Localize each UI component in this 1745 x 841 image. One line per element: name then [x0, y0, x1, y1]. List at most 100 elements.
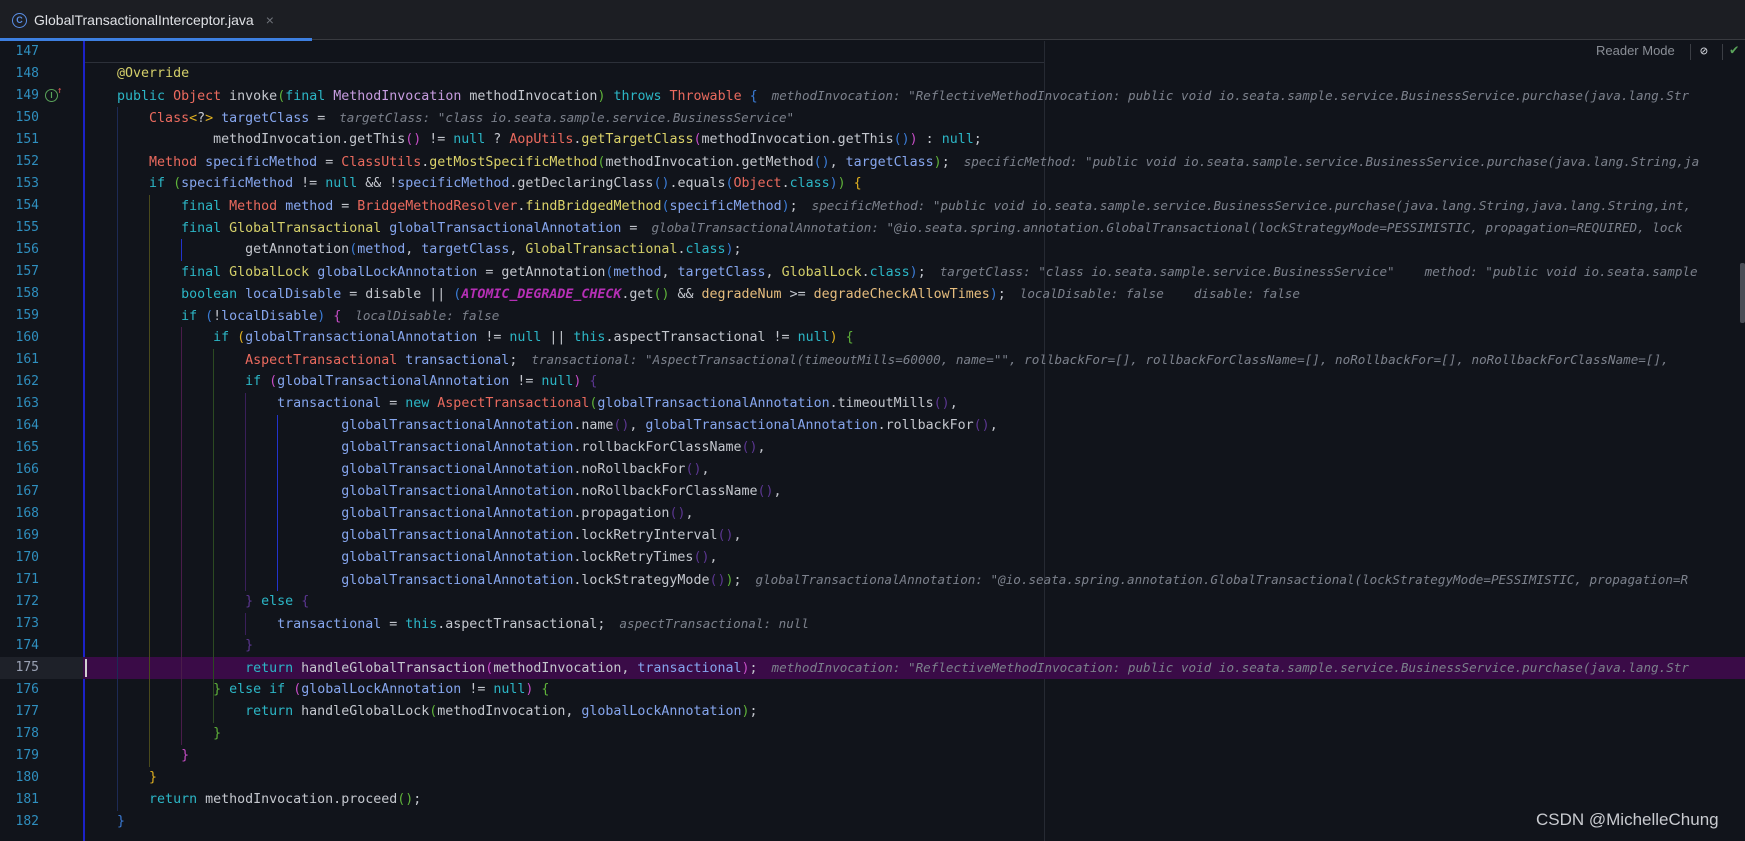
code-line[interactable]: 147	[0, 41, 1745, 63]
code-token: specificMethod	[181, 176, 294, 191]
line-number[interactable]: 162	[0, 371, 39, 393]
code-line[interactable]: 152 Method specificMethod = ClassUtils.g…	[0, 151, 1745, 173]
line-number[interactable]: 170	[0, 547, 39, 569]
code-line[interactable]: 169 globalTransactionalAnnotation.lockRe…	[0, 525, 1745, 547]
line-number[interactable]: 157	[0, 261, 39, 283]
code-line[interactable]: 172 } else {	[0, 591, 1745, 613]
line-number[interactable]: 160	[0, 327, 39, 349]
code-line[interactable]: 180 }	[0, 767, 1745, 789]
code-line[interactable]: 171 globalTransactionalAnnotation.lockSt…	[0, 569, 1745, 591]
code-line[interactable]: 179 }	[0, 745, 1745, 767]
code-line[interactable]: 165 globalTransactionalAnnotation.rollba…	[0, 437, 1745, 459]
line-number[interactable]: 180	[0, 767, 39, 789]
code-token: !=	[461, 682, 494, 697]
line-number[interactable]: 151	[0, 129, 39, 151]
line-number[interactable]: 175	[0, 657, 83, 679]
code-line[interactable]: 159 if (!localDisable) {localDisable: fa…	[0, 305, 1745, 327]
line-number[interactable]: 156	[0, 239, 39, 261]
line-number[interactable]: 169	[0, 525, 39, 547]
watermark: CSDN @MichelleChung	[1536, 810, 1719, 829]
code-editor[interactable]: 147 148 @Override 149 I ↑ public Object invo…	[0, 41, 1745, 841]
code-text: globalTransactionalAnnotation.rollbackFo…	[85, 437, 765, 459]
code-line[interactable]: 148 @Override	[0, 63, 1745, 85]
code-token: GlobalTransactional	[229, 221, 382, 236]
code-line[interactable]: 164 globalTransactionalAnnotation.name()…	[0, 415, 1745, 437]
inline-debug-value: methodInvocation: "ReflectiveMethodInvoc…	[771, 88, 1690, 103]
code-line[interactable]: 154 final Method method = BridgeMethodRe…	[0, 195, 1745, 217]
code-line[interactable]: 151 methodInvocation.getThis() != null ?…	[0, 129, 1745, 151]
code-line[interactable]: 177 return handleGlobalLock(methodInvoca…	[0, 701, 1745, 723]
code-line[interactable]: 170 globalTransactionalAnnotation.lockRe…	[0, 547, 1745, 569]
code-line[interactable]: 162 if (globalTransactionalAnnotation !=…	[0, 371, 1745, 393]
code-line[interactable]: 161 AspectTransactional transactional; tr…	[0, 349, 1745, 371]
line-number[interactable]: 158	[0, 283, 39, 305]
line-number[interactable]: 167	[0, 481, 39, 503]
line-number[interactable]: 171	[0, 569, 39, 591]
code-line[interactable]: 173 transactional = this.aspectTransacti…	[0, 613, 1745, 635]
code-line[interactable]: 163 transactional = new AspectTransactio…	[0, 393, 1745, 415]
code-line[interactable]: 167 globalTransactionalAnnotation.noRoll…	[0, 481, 1745, 503]
line-number[interactable]: 177	[0, 701, 39, 723]
code-token: method	[285, 199, 334, 214]
code-text: return handleGlobalLock(methodInvocation…	[85, 701, 758, 723]
code-line[interactable]: 149 I ↑ public Object invoke(final MethodI…	[0, 85, 1745, 107]
line-number[interactable]: 161	[0, 349, 39, 371]
line-number[interactable]: 163	[0, 393, 39, 415]
code-line[interactable]: 158 boolean localDisable = disable || (A…	[0, 283, 1745, 305]
code-line[interactable]: 176 } else if (globalLockAnnotation != n…	[0, 679, 1745, 701]
line-number[interactable]: 148	[0, 63, 39, 85]
code-token: ;	[749, 704, 758, 719]
check-icon[interactable]: ✔	[1730, 42, 1738, 58]
line-number[interactable]: 152	[0, 151, 39, 173]
code-text: methodInvocation.getThis() != null ? Aop…	[85, 129, 982, 151]
line-number[interactable]: 182	[0, 811, 39, 833]
line-number[interactable]: 154	[0, 195, 39, 217]
vertical-scrollbar[interactable]	[1740, 263, 1745, 323]
line-number[interactable]: 178	[0, 723, 39, 745]
line-number[interactable]: 173	[0, 613, 39, 635]
line-number[interactable]: 149	[0, 85, 39, 107]
code-line[interactable]: 174 }	[0, 635, 1745, 657]
code-token: {	[589, 374, 598, 389]
code-token: null	[541, 374, 574, 389]
line-number[interactable]: 168	[0, 503, 39, 525]
line-number[interactable]: 179	[0, 745, 39, 767]
line-number[interactable]: 165	[0, 437, 39, 459]
code-line[interactable]: 178 }	[0, 723, 1745, 745]
line-number[interactable]: 164	[0, 415, 39, 437]
code-line[interactable]: 153 if (specificMethod != null && !speci…	[0, 173, 1745, 195]
code-line[interactable]: 182 }	[0, 811, 1745, 833]
code-line[interactable]: 168 globalTransactionalAnnotation.propag…	[0, 503, 1745, 525]
line-number[interactable]: 153	[0, 173, 39, 195]
eye-hidden-icon[interactable]: ⊘	[1700, 44, 1708, 59]
tab-global-transactional-interceptor[interactable]: C GlobalTransactionalInterceptor.java ×	[0, 0, 312, 41]
line-number[interactable]: 155	[0, 217, 39, 239]
code-token: getAnnotation	[85, 242, 350, 257]
line-number[interactable]: 176	[0, 679, 39, 701]
code-line[interactable]: 156 getAnnotation(method, targetClass, G…	[0, 239, 1745, 261]
code-line[interactable]: 166 globalTransactionalAnnotation.noRoll…	[0, 459, 1745, 481]
code-line[interactable]: 150 Class<?> targetClass = targetClass: "…	[0, 107, 1745, 129]
reader-mode-button[interactable]: Reader Mode	[1596, 43, 1675, 58]
line-number[interactable]: 174	[0, 635, 39, 657]
code-line[interactable]: 175 return handleGlobalTransaction(metho…	[0, 657, 1745, 679]
line-number[interactable]: 150	[0, 107, 39, 129]
line-number[interactable]: 172	[0, 591, 39, 613]
close-icon[interactable]: ×	[266, 12, 274, 28]
line-number[interactable]: 147	[0, 41, 39, 63]
line-number[interactable]: 159	[0, 305, 39, 327]
code-line[interactable]: 155 final GlobalTransactional globalTran…	[0, 217, 1745, 239]
code-token: =	[381, 617, 406, 632]
code-line[interactable]: 181 return methodInvocation.proceed();	[0, 789, 1745, 811]
code-line[interactable]: 157 final GlobalLock globalLockAnnotatio…	[0, 261, 1745, 283]
code-line[interactable]: 160 if (globalTransactionalAnnotation !=…	[0, 327, 1745, 349]
code-token: }	[245, 594, 254, 609]
code-token: .get	[621, 287, 654, 302]
inline-debug-value: specificMethod: "public void io.seata.sa…	[963, 154, 1700, 169]
line-number[interactable]: 181	[0, 789, 39, 811]
line-number[interactable]: 166	[0, 459, 39, 481]
